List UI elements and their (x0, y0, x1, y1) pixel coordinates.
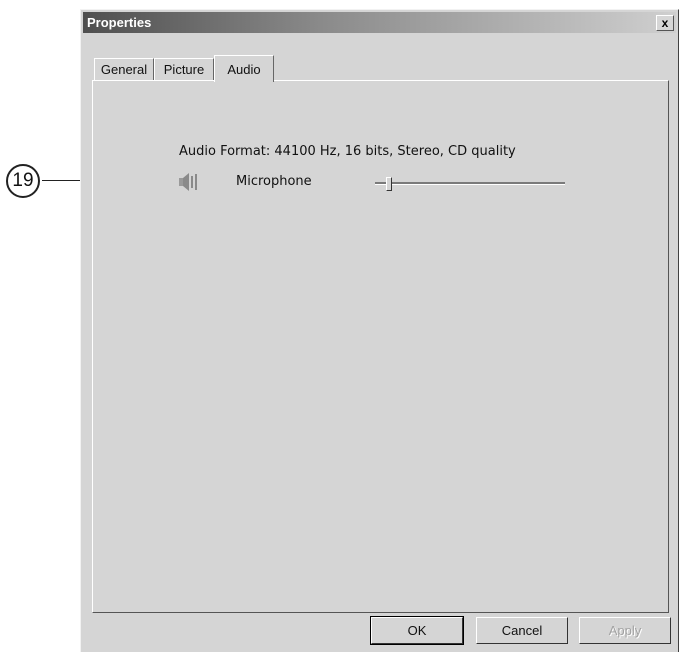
cancel-button[interactable]: Cancel (476, 617, 568, 644)
cancel-button-label: Cancel (501, 623, 543, 638)
speaker-icon (179, 173, 199, 196)
slider-track (375, 182, 565, 185)
ok-button-label: OK (407, 623, 427, 638)
tab-picture[interactable]: Picture (154, 58, 214, 80)
microphone-label: Microphone (236, 174, 312, 189)
properties-dialog: Properties x General Picture Audio Audio… (80, 9, 679, 652)
apply-button[interactable]: Apply (579, 617, 671, 644)
callout-number: 19 (6, 164, 40, 198)
tab-general[interactable]: General (94, 58, 154, 80)
tab-picture-label: Picture (163, 62, 205, 77)
ok-button[interactable]: OK (370, 616, 464, 645)
audio-format-text: Audio Format: 44100 Hz, 16 bits, Stereo,… (179, 144, 516, 159)
microphone-volume-slider[interactable] (375, 177, 565, 191)
slider-thumb[interactable] (386, 177, 392, 191)
tab-audio-label: Audio (227, 61, 261, 77)
apply-button-label: Apply (608, 623, 642, 638)
window-title: Properties (87, 15, 152, 30)
close-button[interactable]: x (656, 15, 674, 31)
tab-general-label: General (100, 62, 148, 77)
audio-tab-panel: Audio Format: 44100 Hz, 16 bits, Stereo,… (92, 80, 669, 613)
tab-audio[interactable]: Audio (214, 55, 274, 82)
title-bar[interactable]: Properties x (83, 12, 676, 33)
close-icon: x (661, 16, 669, 30)
